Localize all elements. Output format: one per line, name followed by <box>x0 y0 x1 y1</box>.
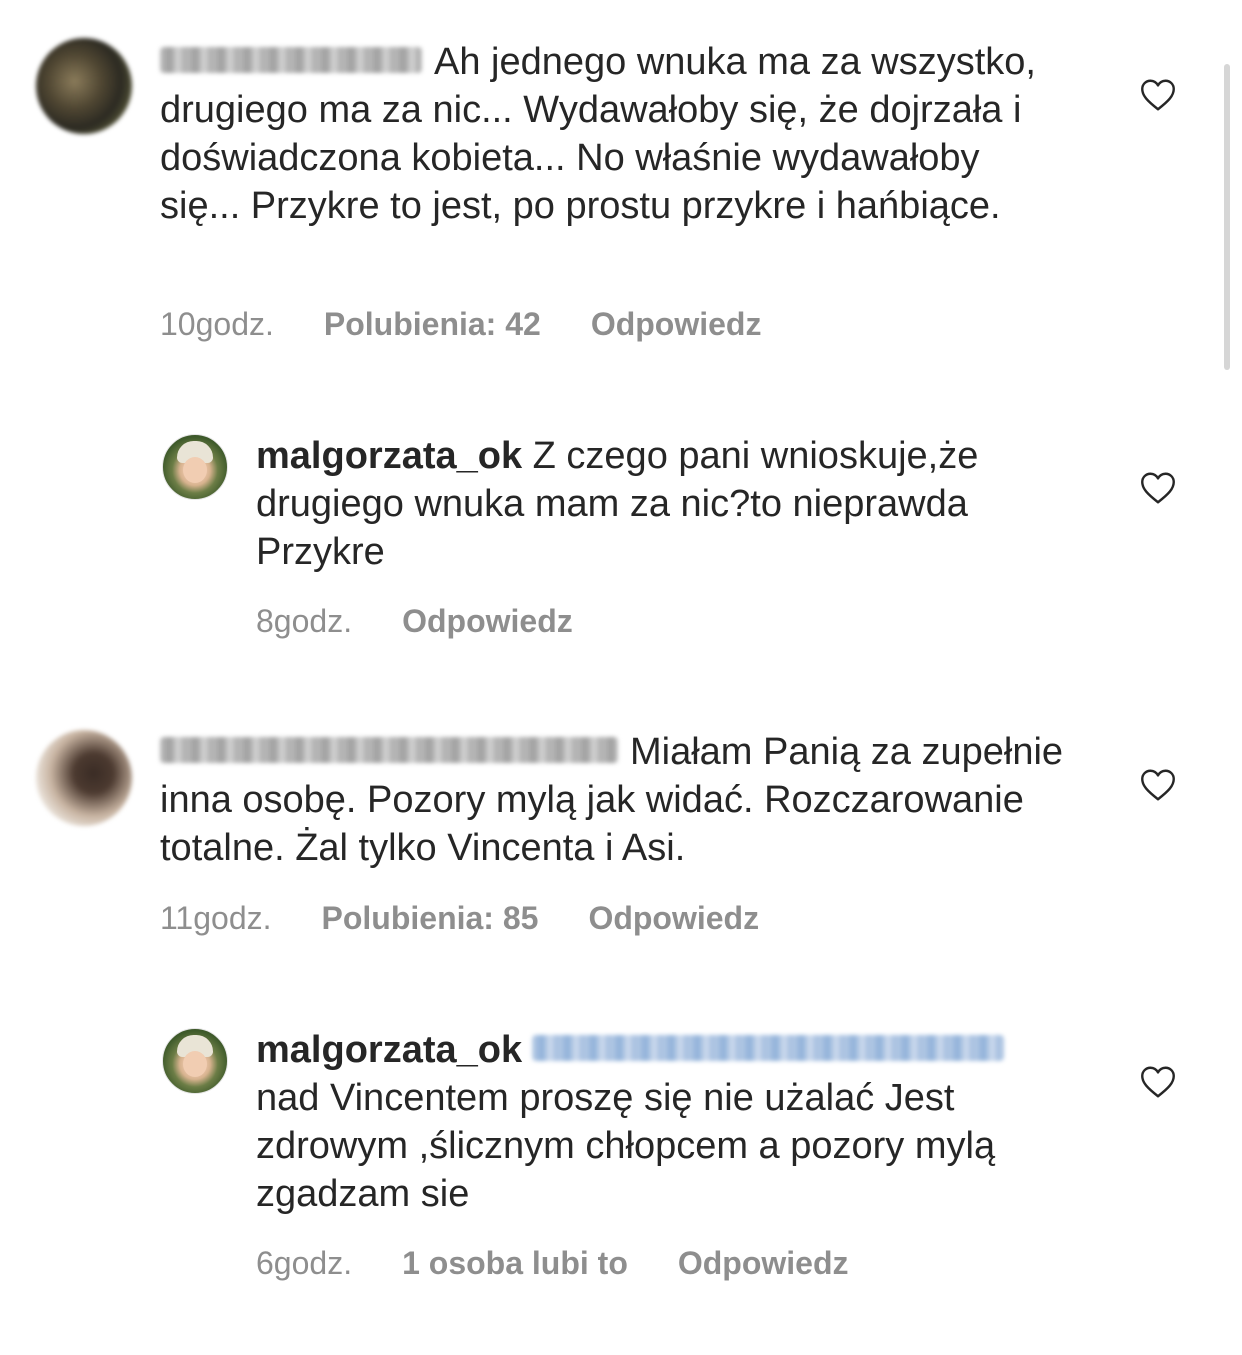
reply-button[interactable]: Odpowiedz <box>402 601 573 641</box>
comment-text-lead: Miałam Panią za <box>630 731 911 773</box>
likes-link[interactable]: 1 osoba lubi to <box>402 1243 628 1283</box>
comment-text: Ah jednego wnuka ma za wszystko, drugieg… <box>160 38 1060 230</box>
comment-time: 10godz. <box>160 306 274 342</box>
heart-outline-icon[interactable] <box>1140 471 1176 505</box>
comment-time: 6godz. <box>256 1245 353 1281</box>
comment-meta: 11godz. Polubienia: 85 Odpowiedz <box>160 898 759 938</box>
blurred-username[interactable] <box>160 46 422 73</box>
comments-screen: Ah jednego wnuka ma za wszystko, drugieg… <box>0 0 1242 1355</box>
likes-link[interactable]: Polubienia: 85 <box>322 898 539 938</box>
heart-outline-icon[interactable] <box>1140 1065 1176 1099</box>
comment-time: 8godz. <box>256 603 353 639</box>
avatar-face <box>183 1051 207 1077</box>
blurred-username[interactable] <box>160 736 618 763</box>
avatar[interactable] <box>162 1028 228 1094</box>
comment-text-lead: Ah jednego wnuka ma za <box>434 41 861 83</box>
heart-outline-icon[interactable] <box>1140 78 1176 112</box>
scrollbar[interactable] <box>1224 64 1230 370</box>
avatar-face <box>183 457 207 483</box>
comment-meta: 6godz. 1 osoba lubi to Odpowiedz <box>256 1243 849 1283</box>
comment-text: Miałam Panią za zupełnie inna osobę. Poz… <box>160 728 1120 872</box>
heart-outline-icon[interactable] <box>1140 768 1176 802</box>
avatar[interactable] <box>36 730 132 826</box>
reply-button[interactable]: Odpowiedz <box>678 1243 849 1283</box>
comment-meta: 10godz. Polubienia: 42 Odpowiedz <box>160 304 761 344</box>
avatar[interactable] <box>162 434 228 500</box>
comment-text-body: nad Vincentem proszę się nie użalać Jest… <box>256 1077 996 1215</box>
blurred-mention-link[interactable] <box>532 1034 1005 1061</box>
comment-text: malgorzata_ok nad Vincentem proszę się n… <box>256 1026 1076 1218</box>
username-link[interactable]: malgorzata_ok <box>256 1029 522 1071</box>
comment-time: 11godz. <box>160 900 272 936</box>
reply-button[interactable]: Odpowiedz <box>591 304 762 344</box>
reply-button[interactable]: Odpowiedz <box>588 898 759 938</box>
avatar[interactable] <box>36 38 132 134</box>
comment-text: malgorzata_ok Z czego pani wnioskuje,że … <box>256 432 1056 576</box>
likes-link[interactable]: Polubienia: 42 <box>324 304 541 344</box>
comment-meta: 8godz. Odpowiedz <box>256 601 573 641</box>
username-link[interactable]: malgorzata_ok <box>256 435 522 477</box>
